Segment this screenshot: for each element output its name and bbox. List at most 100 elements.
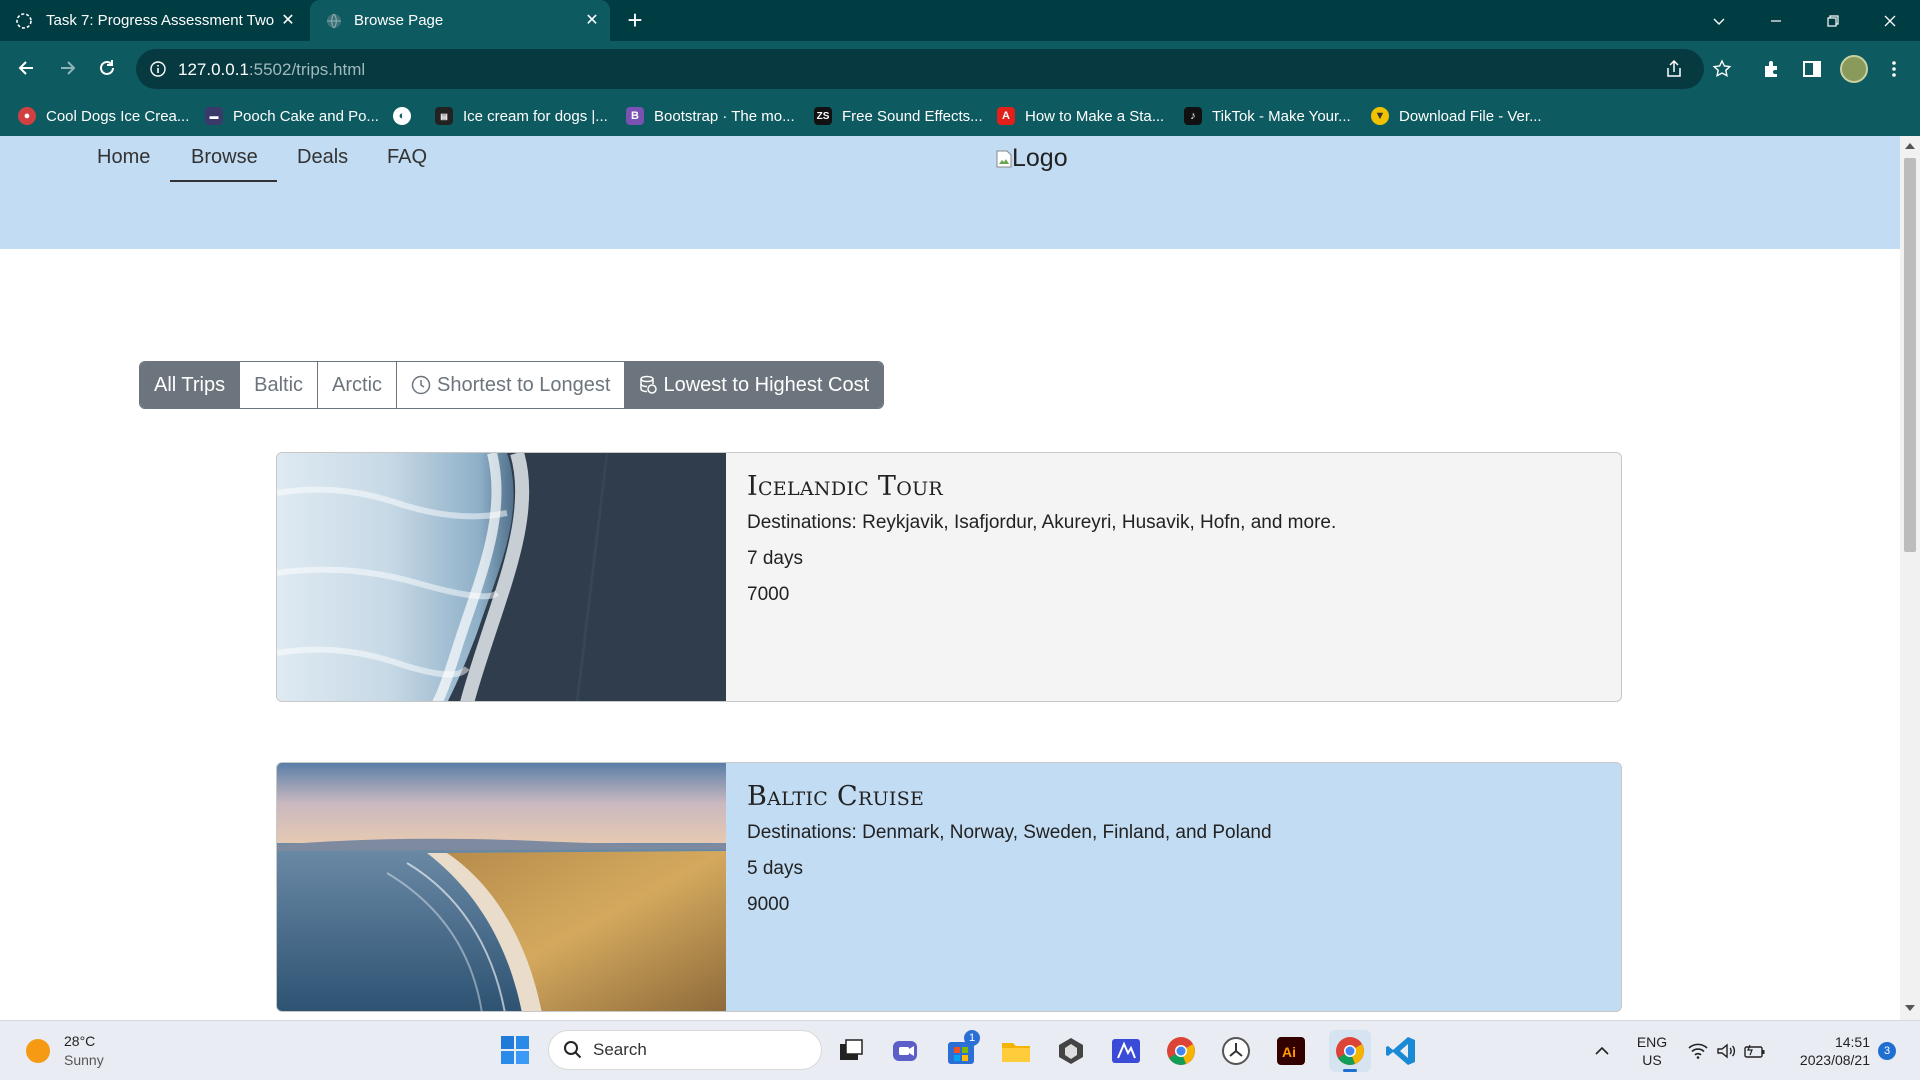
editor-app-icon[interactable] xyxy=(1109,1034,1143,1068)
clock-time: 14:51 xyxy=(1834,1034,1870,1050)
sun-icon xyxy=(26,1039,50,1063)
bookmark-cool-dogs[interactable]: ● Cool Dogs Ice Crea... xyxy=(18,105,189,127)
chrome-profile-app[interactable] xyxy=(1329,1030,1371,1072)
filter-all-trips[interactable]: All Trips xyxy=(140,362,241,408)
profile-avatar[interactable] xyxy=(1840,55,1868,83)
filter-button-group: All Trips Baltic Arctic Shortest to Long… xyxy=(139,361,885,409)
page-scrollbar[interactable] xyxy=(1900,136,1920,1020)
filter-label: Baltic xyxy=(254,373,304,396)
notification-badge[interactable]: 3 xyxy=(1878,1042,1896,1060)
site-logo[interactable]: Logo xyxy=(996,144,1068,173)
sort-shortest-to-longest[interactable]: Shortest to Longest xyxy=(397,362,626,408)
scroll-up-icon[interactable] xyxy=(1905,142,1915,150)
menu-icon[interactable] xyxy=(1884,59,1904,79)
illustrator-icon[interactable]: Ai xyxy=(1274,1034,1308,1068)
chrome-icon xyxy=(1336,1037,1364,1065)
bookmark-download-file[interactable]: ▼ Download File - Ver... xyxy=(1371,105,1542,127)
close-tab-icon[interactable]: ✕ xyxy=(584,13,600,29)
bookmark-label: Cool Dogs Ice Crea... xyxy=(46,107,190,125)
extensions-icon[interactable] xyxy=(1762,59,1782,79)
task-view-icon[interactable] xyxy=(834,1034,868,1068)
restore-icon[interactable] xyxy=(1810,0,1856,41)
logo-alt-text: Logo xyxy=(1012,144,1068,172)
vscode-icon[interactable] xyxy=(1384,1034,1418,1068)
cake-icon: ▬ xyxy=(205,107,223,125)
weather-widget[interactable]: 28°C Sunny xyxy=(26,1032,104,1070)
bookmark-pooch-cake[interactable]: ▬ Pooch Cake and Po... xyxy=(205,105,379,127)
loading-icon xyxy=(16,12,32,29)
bookmark-how-to-make[interactable]: A How to Make a Sta... xyxy=(997,105,1164,127)
nav-faq[interactable]: FAQ xyxy=(387,146,427,169)
filter-arctic[interactable]: Arctic xyxy=(318,362,398,408)
close-window-icon[interactable] xyxy=(1867,0,1913,41)
trip-card-baltic-cruise[interactable]: Baltic Cruise Destinations: Denmark, Nor… xyxy=(276,762,1622,1012)
tab-browse-page[interactable]: Browse Page ✕ xyxy=(310,0,610,41)
chevron-up-icon[interactable] xyxy=(1594,1045,1610,1057)
lang-code: ENG xyxy=(1636,1034,1668,1050)
tab-strip: Task 7: Progress Assessment Two ✕ Browse… xyxy=(0,0,1920,41)
clock-app-icon[interactable] xyxy=(1219,1034,1253,1068)
download-icon: ▼ xyxy=(1371,107,1389,125)
nav-home[interactable]: Home xyxy=(97,146,150,169)
bookmark-bootstrap[interactable]: B Bootstrap · The mo... xyxy=(626,105,795,127)
minimize-icon[interactable] xyxy=(1753,0,1799,41)
forward-icon[interactable] xyxy=(50,51,84,85)
search-placeholder: Search xyxy=(593,1040,647,1059)
clock[interactable]: 14:51 2023/08/21 xyxy=(1780,1033,1870,1069)
tab-task7[interactable]: Task 7: Progress Assessment Two ✕ xyxy=(14,0,306,41)
bookmark-star-icon[interactable] xyxy=(1712,59,1732,79)
teams-chat-icon[interactable] xyxy=(889,1034,923,1068)
bookmark-label: TikTok - Make Your... xyxy=(1212,107,1351,125)
filter-label: Arctic xyxy=(332,373,383,396)
trip-card-body: Icelandic Tour Destinations: Reykjavik, … xyxy=(747,471,1601,606)
battery-icon[interactable] xyxy=(1744,1043,1766,1059)
address-bar[interactable]: 127.0.0.1:5502/trips.html xyxy=(136,49,1704,89)
sort-lowest-to-highest-cost[interactable]: Lowest to Highest Cost xyxy=(625,362,884,408)
bookmark-label: Pooch Cake and Po... xyxy=(233,107,379,125)
adobe-icon: A xyxy=(997,107,1015,125)
tab-title: Browse Page xyxy=(354,12,444,29)
trip-cost: 9000 xyxy=(747,894,790,915)
dog-icon: ● xyxy=(18,107,36,125)
side-panel-icon[interactable] xyxy=(1802,59,1822,79)
close-tab-icon[interactable]: ✕ xyxy=(280,13,296,29)
page-viewport: Home Browse Deals FAQ Logo All Trips Bal… xyxy=(0,136,1900,1020)
tiktok-icon: ♪ xyxy=(1184,107,1202,125)
chrome-icon[interactable] xyxy=(1164,1034,1198,1068)
ms-store-app[interactable]: 1 xyxy=(944,1030,980,1068)
share-icon[interactable] xyxy=(1664,59,1684,79)
browser-toolbar: 127.0.0.1:5502/trips.html xyxy=(0,41,1920,97)
scrollbar-thumb[interactable] xyxy=(1904,158,1916,552)
bookmark-ice-cream-dogs[interactable]: ▤ Ice cream for dogs |... xyxy=(435,105,608,127)
wifi-icon[interactable] xyxy=(1688,1043,1708,1059)
active-app-indicator xyxy=(1343,1069,1357,1072)
trip-photo-beach xyxy=(277,763,726,1011)
bookmark-globe[interactable]: ◐ xyxy=(393,105,421,127)
taskbar-search[interactable]: Search xyxy=(548,1030,822,1070)
search-icon xyxy=(564,1041,582,1059)
reload-icon[interactable] xyxy=(90,51,124,85)
nav-deals[interactable]: Deals xyxy=(297,146,348,169)
filter-label: Shortest to Longest xyxy=(437,373,611,396)
unity-app-icon[interactable] xyxy=(1054,1034,1088,1068)
trip-card-icelandic-tour[interactable]: Icelandic Tour Destinations: Reykjavik, … xyxy=(276,452,1622,702)
bookmark-free-sound[interactable]: ZS Free Sound Effects... xyxy=(814,105,983,127)
coins-icon xyxy=(640,375,658,394)
scroll-down-icon[interactable] xyxy=(1905,1004,1915,1012)
bookmark-tiktok[interactable]: ♪ TikTok - Make Your... xyxy=(1184,105,1351,127)
tab-search-icon[interactable] xyxy=(1696,0,1742,41)
globe-icon: ◐ xyxy=(393,107,411,125)
filter-label: All Trips xyxy=(154,373,226,396)
url-text[interactable]: 127.0.0.1:5502/trips.html xyxy=(178,60,365,80)
bookmarks-bar: ● Cool Dogs Ice Crea... ▬ Pooch Cake and P… xyxy=(0,97,1920,136)
nav-browse[interactable]: Browse xyxy=(191,146,258,169)
windows-start-icon[interactable] xyxy=(500,1035,530,1065)
filter-baltic[interactable]: Baltic xyxy=(240,362,319,408)
volume-icon[interactable] xyxy=(1716,1043,1736,1059)
new-tab-button[interactable]: + xyxy=(622,7,648,34)
back-icon[interactable] xyxy=(10,51,44,85)
language-indicator[interactable]: ENG US xyxy=(1632,1033,1672,1069)
store-badge: 1 xyxy=(964,1030,980,1046)
file-explorer-icon[interactable] xyxy=(999,1034,1033,1068)
info-icon[interactable] xyxy=(150,61,166,77)
